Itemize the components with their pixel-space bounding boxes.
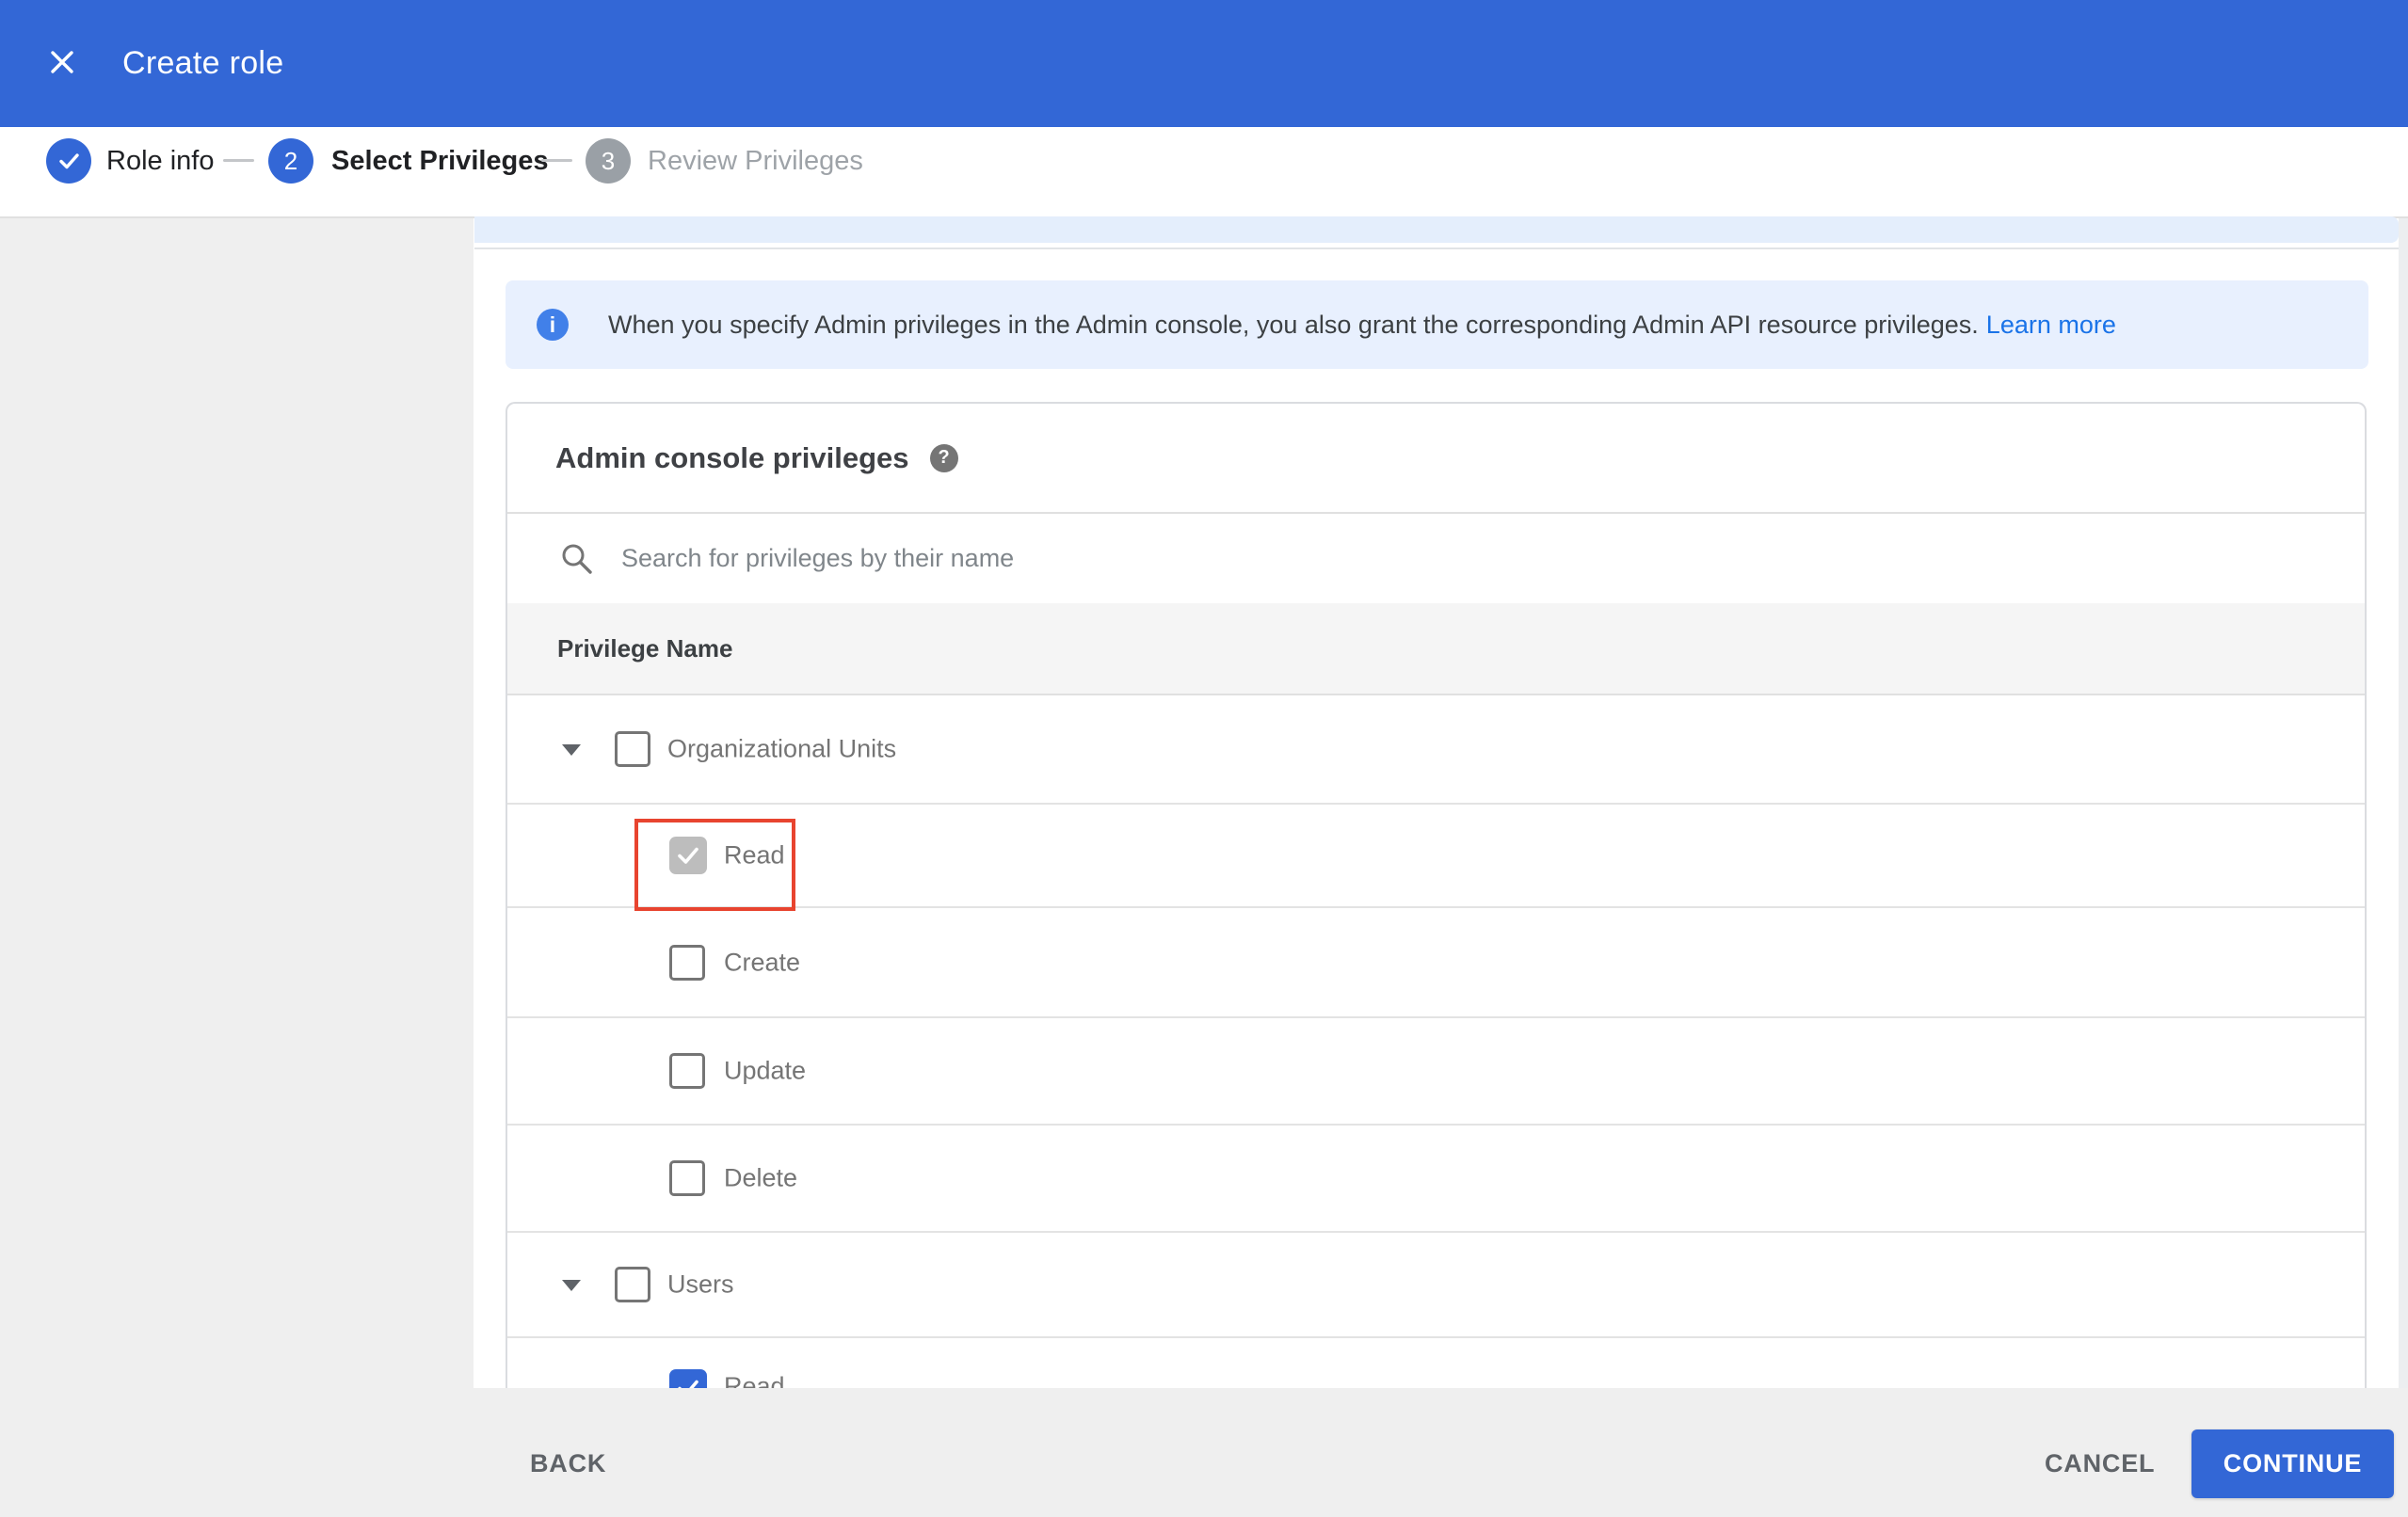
collapse-arrow-icon[interactable] xyxy=(562,1280,581,1291)
card-title: Admin console privileges xyxy=(555,440,909,474)
table-row: Read xyxy=(507,805,2365,911)
table-row: Organizational Units xyxy=(507,695,2365,805)
step-review-privileges-label[interactable]: Review Privileges xyxy=(648,127,863,195)
checkmark-icon xyxy=(59,153,79,169)
continue-button[interactable]: CONTINUE xyxy=(2191,1429,2394,1498)
row-label: Users xyxy=(667,1269,734,1299)
step-2-badge[interactable]: 2 xyxy=(268,138,313,184)
search-icon xyxy=(562,544,592,574)
sidebar xyxy=(0,218,474,1388)
row-label: Create xyxy=(724,948,801,976)
step-1-complete-icon[interactable] xyxy=(46,138,91,184)
dialog-header: Create role xyxy=(0,0,2408,127)
row-label: Organizational Units xyxy=(667,734,897,763)
delete-checkbox[interactable] xyxy=(669,1160,705,1196)
info-icon: i xyxy=(537,309,569,341)
row-label: Update xyxy=(724,1056,807,1085)
step-connector xyxy=(541,159,572,162)
table-row: Delete xyxy=(507,1126,2365,1233)
create-checkbox[interactable] xyxy=(669,944,705,981)
search-input[interactable] xyxy=(619,543,1941,574)
card-header: Admin console privileges ? xyxy=(507,404,2365,512)
info-banner: i When you specify Admin privileges in t… xyxy=(506,280,2368,369)
column-header-privilege-name: Privilege Name xyxy=(507,603,2365,695)
table-row: Users xyxy=(507,1233,2365,1338)
learn-more-link[interactable]: Learn more xyxy=(1986,311,2116,339)
step-3-badge[interactable]: 3 xyxy=(586,138,631,184)
scrollbar-track[interactable] xyxy=(2399,218,2408,1388)
step-connector xyxy=(223,159,254,162)
content-divider xyxy=(474,248,2399,249)
update-checkbox[interactable] xyxy=(669,1053,705,1089)
dialog-title: Create role xyxy=(122,45,284,81)
back-button[interactable]: BACK xyxy=(530,1429,606,1498)
cancel-button[interactable]: CANCEL xyxy=(2045,1429,2155,1498)
collapse-arrow-icon[interactable] xyxy=(562,744,581,756)
organizational-units-checkbox[interactable] xyxy=(615,731,650,767)
scrolled-content-strip xyxy=(474,216,2399,243)
step-role-info-label[interactable]: Role info xyxy=(106,127,214,195)
footer-bar: BACK CANCEL CONTINUE xyxy=(0,1388,2408,1517)
row-label: Delete xyxy=(724,1163,798,1192)
search-row xyxy=(507,512,2365,603)
row-label: Read xyxy=(724,840,785,870)
table-row: Create xyxy=(507,908,2365,1018)
users-checkbox[interactable] xyxy=(615,1267,650,1302)
read-checkbox-disabled[interactable] xyxy=(669,837,707,874)
privileges-card: Admin console privileges ? Privilege Nam… xyxy=(506,402,2367,1517)
help-icon[interactable]: ? xyxy=(929,443,958,472)
checkmark-icon xyxy=(678,847,698,864)
close-icon[interactable] xyxy=(47,47,77,77)
step-select-privileges-label[interactable]: Select Privileges xyxy=(331,127,549,195)
stepper: Role info 2 Select Privileges 3 Review P… xyxy=(0,127,2408,218)
info-banner-text: When you specify Admin privileges in the… xyxy=(608,310,2116,339)
table-row: Update xyxy=(507,1018,2365,1126)
create-role-dialog: Create role Role info 2 Select Privilege… xyxy=(0,0,2408,1517)
